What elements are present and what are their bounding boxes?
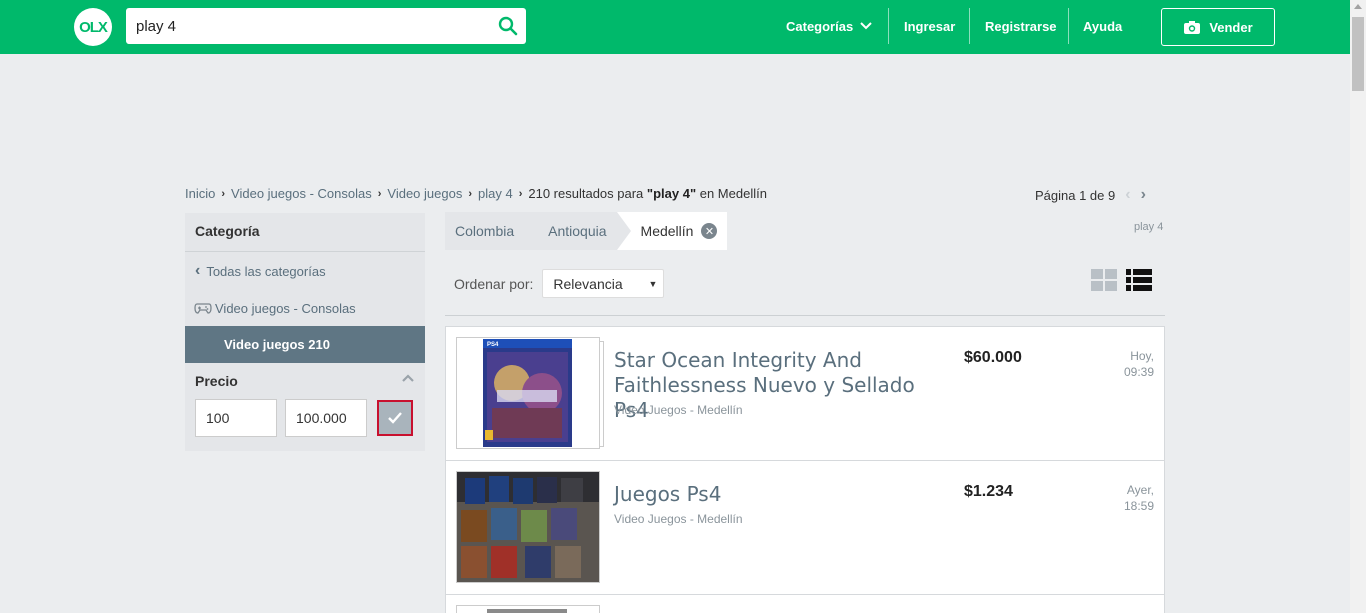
location-country-label: Colombia (455, 223, 515, 239)
location-separator (524, 212, 539, 250)
nav-ayuda[interactable]: Ayuda (1083, 8, 1122, 44)
breadcrumb-inicio[interactable]: Inicio (185, 186, 215, 201)
sidebar-item-video-juegos[interactable]: Video juegos 210 (185, 326, 425, 363)
sort-selected: Relevancia (553, 275, 623, 292)
listing-photo-image (457, 607, 599, 613)
listing-date: Hoy, 09:39 (1124, 348, 1154, 380)
breadcrumb-video-juegos-consolas[interactable]: Video juegos - Consolas (231, 186, 372, 201)
listing-image[interactable] (456, 471, 600, 583)
nav-ayuda-label: Ayuda (1083, 18, 1123, 34)
location-region-label: Antioquia (548, 223, 607, 239)
listing-price: $1.234 (964, 483, 1013, 500)
sidebar-item-all-categories[interactable]: ‹ Todas las categorías (185, 252, 425, 290)
dropdown-arrow-icon: ▼ (648, 278, 658, 289)
list-view-icon[interactable] (1126, 269, 1152, 291)
chevron-down-icon (860, 22, 872, 30)
close-icon[interactable]: ✕ (701, 223, 718, 239)
listing-date-time: 09:39 (1123, 365, 1154, 379)
sort-select[interactable]: Relevancia ▼ (542, 269, 665, 298)
nav-divider (969, 8, 970, 44)
results-summary: 210 resultados para "play 4" en Medellín (528, 186, 767, 201)
game-cover-image: PS4 (457, 338, 599, 448)
listing-date: Ayer, 18:59 (1124, 482, 1154, 514)
results-query: "play 4" (646, 186, 697, 201)
sidebar-item-label: Video juegos - Consolas (215, 300, 356, 316)
listing-card[interactable]: Juegos Ps4 Video Juegos - Medellín $1.23… (445, 460, 1165, 594)
results-prefix: 210 resultados para (528, 186, 644, 201)
search-box (126, 8, 526, 44)
sort-label: Ordenar por: (454, 275, 534, 292)
camera-icon (1184, 20, 1201, 34)
chevron-right-icon: › (468, 187, 472, 200)
nav-divider (1068, 8, 1069, 44)
filter-sidebar: Categoría ‹ Todas las categorías Video j… (185, 213, 425, 451)
query-tag: play 4 (1134, 221, 1164, 233)
location-city-label: Medellín (640, 223, 694, 239)
location-region[interactable]: Antioquia (538, 212, 617, 250)
sidebar-item-video-juegos-consolas[interactable]: Video juegos - Consolas (185, 290, 425, 326)
breadcrumb: Inicio › Video juegos - Consolas › Video… (185, 186, 767, 201)
nav-ingresar-label: Ingresar (904, 18, 956, 34)
listing-subtitle: Video Juegos - Medellín (614, 512, 743, 526)
nav-ingresar[interactable]: Ingresar (904, 8, 955, 44)
search-input[interactable] (126, 8, 486, 44)
listing-date-day: Hoy, (1130, 349, 1154, 363)
nav-categorias[interactable]: Categorías (786, 8, 873, 44)
nav-categorias-label: Categorías (786, 18, 854, 34)
search-icon[interactable] (498, 16, 518, 36)
results-suffix: en Medellín (699, 186, 767, 201)
grid-view-icon[interactable] (1091, 269, 1117, 291)
nav-divider (888, 8, 889, 44)
divider (445, 315, 1165, 316)
location-separator (616, 212, 631, 250)
scroll-up-arrow-icon[interactable] (1354, 4, 1362, 9)
breadcrumb-play-4[interactable]: play 4 (478, 186, 513, 201)
breadcrumb-video-juegos[interactable]: Video juegos (387, 186, 462, 201)
price-min-input[interactable]: 100 (195, 399, 277, 437)
nav-registrarse-label: Registrarse (985, 18, 1057, 34)
price-max-input[interactable]: 100.000 (285, 399, 367, 437)
price-title: Precio (195, 373, 238, 389)
category-title: Categoría (185, 213, 425, 252)
listing-price: $60.000 (964, 349, 1022, 366)
vender-label: Vender (1209, 19, 1253, 35)
sidebar-item-label: Todas las categorías (206, 263, 326, 279)
location-city: Medellín ✕ (630, 212, 728, 250)
apply-price-button[interactable] (377, 400, 413, 436)
location-country[interactable]: Colombia (445, 212, 525, 250)
checkmark-icon (388, 412, 402, 424)
chevron-left-icon[interactable]: ‹ (1125, 186, 1130, 204)
listing-subtitle: Video Juegos - Medellín (614, 403, 743, 417)
games-photo-image (457, 472, 599, 582)
chevron-right-icon: › (221, 187, 226, 200)
sidebar-item-label: Video juegos 210 (224, 337, 330, 352)
svg-text:PS4: PS4 (487, 342, 499, 348)
top-header: OLX Categorías Ingresar Registrarse Ayud… (0, 0, 1350, 54)
listing-card[interactable] (445, 594, 1165, 613)
listing-date-time: 18:59 (1123, 499, 1154, 513)
listing-image[interactable]: PS4 (456, 337, 600, 449)
pagination: Página 1 de 9 ‹ › (1035, 186, 1146, 204)
pagination-label: Página 1 de 9 (1035, 187, 1116, 203)
gamepad-icon (194, 303, 212, 314)
chevron-right-icon: › (518, 187, 523, 200)
chevron-right-icon[interactable]: › (1141, 186, 1146, 204)
listing-list: PS4 Star Ocean Integrity And Faithlessne… (445, 326, 1165, 613)
vender-button[interactable]: Vender (1161, 8, 1275, 46)
listing-card[interactable]: PS4 Star Ocean Integrity And Faithlessne… (445, 326, 1165, 460)
page-scrollbar[interactable] (1350, 0, 1366, 613)
price-filter: Precio 100 100.000 (185, 363, 425, 451)
image-stack (600, 341, 604, 447)
chevron-right-icon: › (377, 187, 382, 200)
listing-date-day: Ayer, (1126, 483, 1154, 497)
chevron-up-icon[interactable] (401, 373, 415, 383)
listing-image[interactable] (456, 605, 600, 613)
listing-title[interactable]: Juegos Ps4 (614, 482, 954, 507)
chevron-left-icon: ‹ (195, 262, 201, 279)
olx-logo[interactable]: OLX (74, 8, 112, 46)
scroll-thumb[interactable] (1352, 17, 1364, 91)
sort-bar: Ordenar por: Relevancia ▼ (454, 269, 665, 298)
location-filter: Colombia Antioquia Medellín ✕ (445, 212, 728, 250)
nav-registrarse[interactable]: Registrarse (985, 8, 1057, 44)
